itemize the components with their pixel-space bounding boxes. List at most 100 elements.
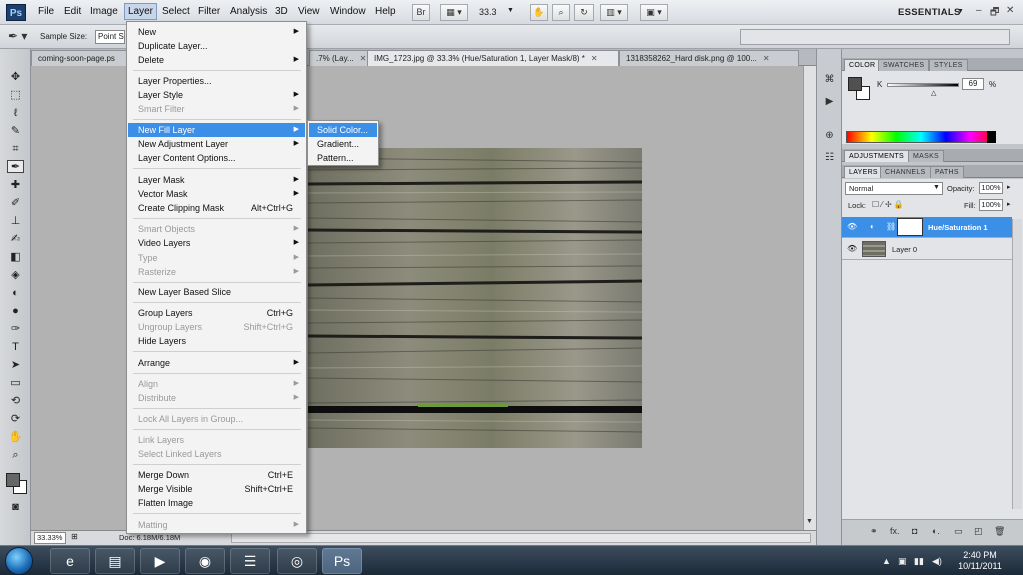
menu-item-layer-properties[interactable]: Layer Properties... [128, 74, 305, 88]
menu-item-flatten-image[interactable]: Flatten Image [128, 496, 305, 510]
tab-layers[interactable]: LAYERS [844, 166, 883, 178]
tab-img-1723[interactable]: IMG_1723.jpg @ 33.3% (Hue/Saturation 1, … [367, 50, 619, 66]
canvas-vertical-scrollbar[interactable]: ▼ [803, 66, 816, 530]
menu-item-type[interactable]: Type ▶ [128, 251, 305, 265]
k-slider[interactable] [887, 83, 959, 87]
brush-tool-icon[interactable]: ✐ [7, 197, 24, 210]
tab-color[interactable]: COLOR [844, 59, 881, 71]
3d-rotate-tool-icon[interactable]: ⟲ [7, 395, 24, 408]
submenu-item-pattern[interactable]: Pattern... [309, 151, 377, 165]
menu-item-layer-style[interactable]: Layer Style ▶ [128, 88, 305, 102]
zoom-dropdown-icon[interactable]: ▼ [507, 7, 514, 14]
menu-item-new-fill-layer[interactable]: New Fill Layer ▶ [128, 123, 305, 137]
lasso-tool-icon[interactable]: ℓ [7, 107, 24, 120]
spectrum-black[interactable] [987, 131, 996, 143]
chrome-taskbar-icon[interactable]: ◎ [277, 548, 317, 574]
menu-image[interactable]: Image [88, 6, 120, 17]
file-explorer-taskbar-icon[interactable]: ▤ [95, 548, 135, 574]
menu-item-vector-mask[interactable]: Vector Mask ▶ [128, 187, 305, 201]
3d-orbit-tool-icon[interactable]: ⟳ [7, 413, 24, 426]
menu-item-video-layers[interactable]: Video Layers ▶ [128, 236, 305, 250]
actions-panel-icon[interactable]: ▶ [822, 95, 837, 108]
close-icon[interactable]: ✕ [1006, 5, 1014, 16]
blend-mode-select[interactable]: Normal [845, 182, 943, 195]
menu-layer[interactable]: Layer [124, 3, 158, 20]
tab-hard-disk[interactable]: 1318358262_Hard disk.png @ 100... ✕ [619, 50, 799, 66]
zoom-tool-icon[interactable]: ⌕ [7, 449, 24, 462]
layer-row-layer-0[interactable]: 👁 Layer 0 [842, 239, 1012, 260]
tab-coming-soon-page[interactable]: coming-soon-page.ps [31, 50, 136, 66]
quick-mask-icon[interactable]: ◙ [7, 501, 24, 514]
menu-item-merge-down[interactable]: Merge Down Ctrl+E [128, 468, 305, 482]
visibility-eye-icon[interactable]: 👁 [847, 244, 857, 253]
tab-channels[interactable]: CHANNELS [880, 166, 931, 178]
menu-item-smart-filter[interactable]: Smart Filter ▶ [128, 102, 305, 116]
sample-size-select[interactable]: Point S [95, 30, 125, 44]
menu-item-ungroup-layers[interactable]: Ungroup Layers Shift+Ctrl+G [128, 320, 305, 334]
new-group-icon[interactable]: ▭ [954, 526, 963, 537]
link-layers-icon[interactable]: ⚭ [870, 526, 878, 537]
menu-file[interactable]: File [36, 6, 56, 17]
layer-style-icon[interactable]: fx. [890, 526, 900, 536]
k-value-field[interactable]: 69 [962, 78, 984, 90]
rotate-view-icon[interactable]: ↻ [574, 4, 594, 21]
network-icon[interactable]: ▮▮ [914, 556, 924, 567]
layer-name[interactable]: Layer 0 [892, 245, 917, 254]
tab-swatches[interactable]: SWATCHES [878, 59, 930, 71]
menu-item-create-clipping-mask[interactable]: Create Clipping Mask Alt+Ctrl+G [128, 201, 305, 215]
submenu-item-solid-color[interactable]: Solid Color... [309, 123, 377, 137]
mask-link-icon[interactable]: ⛓ [886, 222, 896, 231]
eyedropper-preset-icon[interactable]: ✒ ▾ [8, 29, 27, 43]
foreground-color-swatch[interactable] [6, 473, 20, 487]
layer-thumbnail[interactable] [862, 241, 886, 257]
submenu-item-gradient[interactable]: Gradient... [309, 137, 377, 151]
type-tool-icon[interactable]: T [7, 341, 24, 354]
menu-filter[interactable]: Filter [196, 6, 222, 17]
tray-device-icon[interactable]: ▣ [898, 556, 907, 567]
layer-mask-thumbnail[interactable] [897, 218, 923, 236]
healing-brush-tool-icon[interactable]: ✚ [7, 179, 24, 192]
zoom-percent-field[interactable]: 33.33% [34, 532, 66, 544]
shape-tool-icon[interactable]: ▭ [7, 377, 24, 390]
tab-paths[interactable]: PATHS [930, 166, 964, 178]
k-slider-thumb[interactable]: △ [931, 89, 936, 97]
tab-adjustments[interactable]: ADJUSTMENTS [844, 150, 910, 162]
menu-item-group-layers[interactable]: Group Layers Ctrl+G [128, 306, 305, 320]
layers-scrollbar[interactable] [1012, 219, 1022, 509]
menu-item-distribute[interactable]: Distribute ▶ [128, 391, 305, 405]
view-extras-icon[interactable]: ▦ ▾ [440, 4, 468, 21]
history-panel-icon[interactable]: ⌘ [822, 73, 837, 86]
menu-analysis[interactable]: Analysis [228, 6, 269, 17]
zoom-tool-icon[interactable]: ⌕ [552, 4, 570, 21]
menu-select[interactable]: Select [160, 6, 192, 17]
pen-tool-icon[interactable]: ✑ [7, 323, 24, 336]
menu-item-duplicate-layer[interactable]: Duplicate Layer... [128, 39, 305, 53]
blend-dropdown-icon[interactable]: ▼ [933, 184, 940, 191]
arrange-documents-icon[interactable]: ▥ ▾ [600, 4, 628, 21]
menu-help[interactable]: Help [373, 6, 398, 17]
crop-tool-icon[interactable]: ⌗ [7, 143, 24, 156]
new-adjustment-layer-icon[interactable]: ◐. [932, 526, 940, 536]
media-player-taskbar-icon[interactable]: ▶ [140, 548, 180, 574]
history-brush-tool-icon[interactable]: ✍ [7, 233, 24, 246]
fill-arrow-icon[interactable]: ▸ [1007, 200, 1011, 208]
opacity-arrow-icon[interactable]: ▸ [1007, 183, 1011, 191]
menu-item-delete[interactable]: Delete ▶ [128, 53, 305, 67]
tray-expand-icon[interactable]: ▲ [882, 556, 891, 566]
menu-item-new-layer-based-slice[interactable]: New Layer Based Slice [128, 285, 305, 299]
menu-item-arrange[interactable]: Arrange ▶ [128, 356, 305, 370]
clone-stamp-tool-icon[interactable]: ⊥ [7, 215, 24, 228]
eraser-tool-icon[interactable]: ◧ [7, 251, 24, 264]
start-button[interactable] [5, 547, 33, 575]
menu-item-link-layers[interactable]: Link Layers [128, 433, 305, 447]
menu-item-hide-layers[interactable]: Hide Layers [128, 334, 305, 348]
visibility-eye-icon[interactable]: 👁 [847, 222, 857, 231]
tab-masks[interactable]: MASKS [908, 150, 945, 162]
internet-explorer-taskbar-icon[interactable]: e [50, 548, 90, 574]
zoom-level-field[interactable]: 33.3 [479, 7, 497, 17]
new-layer-icon[interactable]: ◰ [974, 526, 983, 537]
layer-name[interactable]: Hue/Saturation 1 [928, 223, 988, 232]
menu-item-new-adjustment-layer[interactable]: New Adjustment Layer ▶ [128, 137, 305, 151]
move-tool-icon[interactable]: ✥ [7, 71, 24, 84]
color-spectrum-ramp[interactable] [846, 131, 996, 143]
